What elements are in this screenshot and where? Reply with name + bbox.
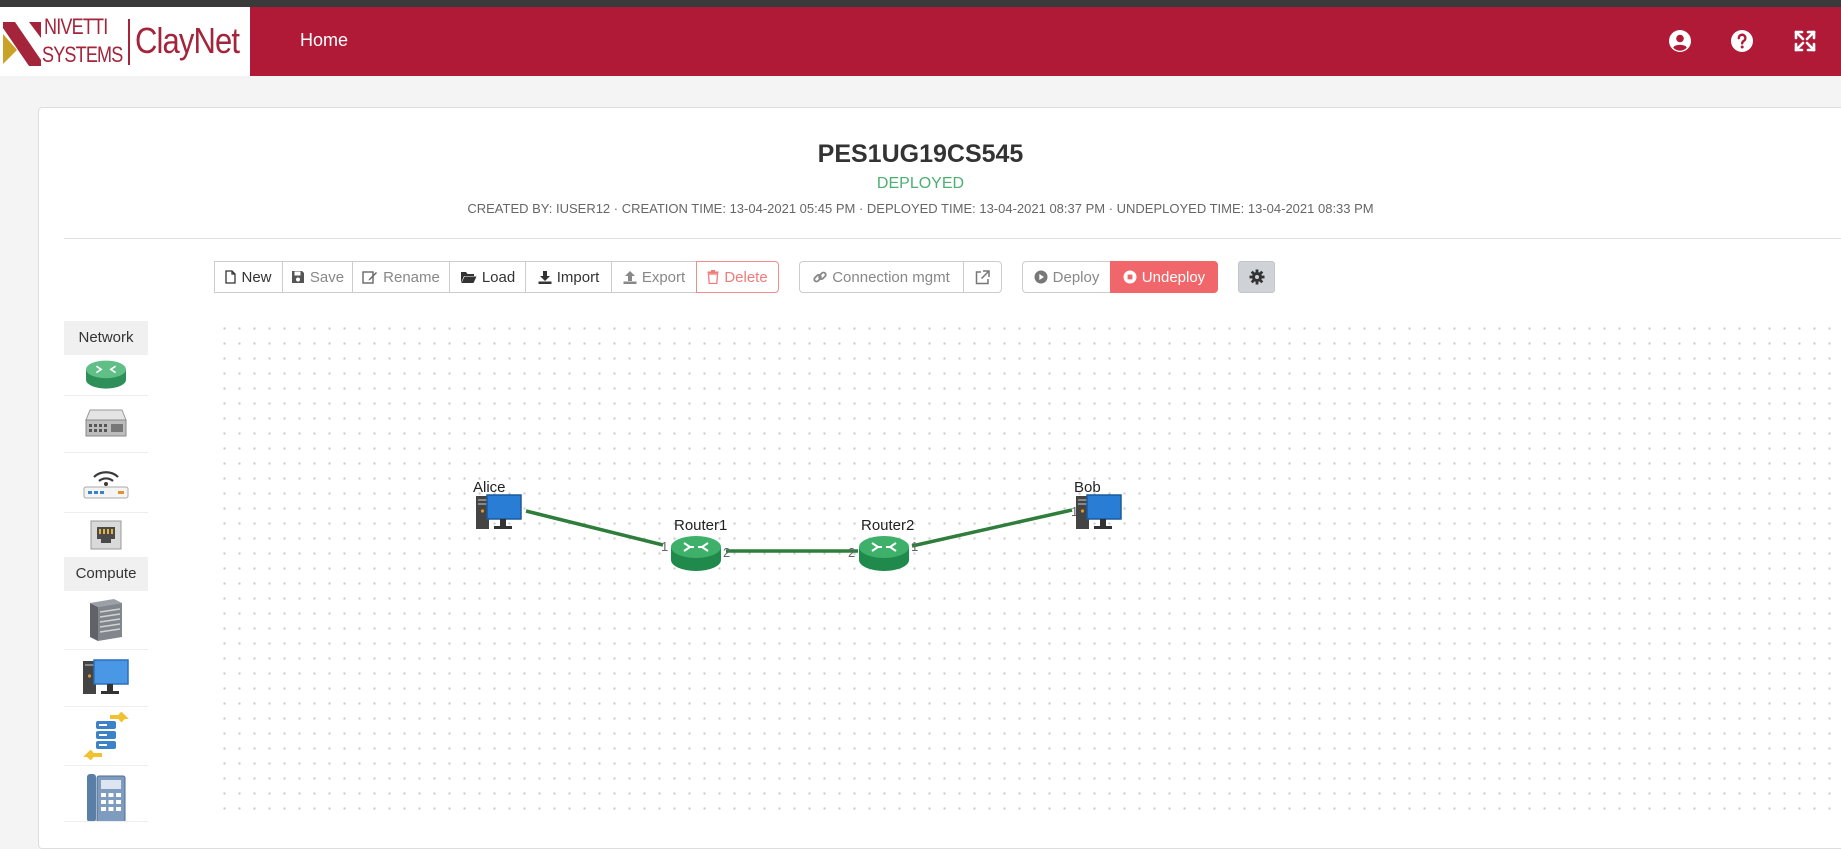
router-icon[interactable] bbox=[670, 534, 722, 574]
pc-icon[interactable] bbox=[475, 494, 523, 532]
node-label-router1: Router1 bbox=[674, 517, 728, 534]
load-balancer-icon bbox=[83, 711, 129, 761]
router-icon bbox=[86, 360, 126, 389]
node-label-router2: Router2 bbox=[861, 517, 915, 534]
switch-icon bbox=[85, 409, 127, 437]
palette-item-ethernet-port[interactable] bbox=[64, 513, 148, 558]
palette-item-ip-phone[interactable] bbox=[64, 766, 148, 822]
palette-item-load-balancer[interactable] bbox=[64, 707, 148, 766]
ip-phone-icon bbox=[87, 774, 126, 821]
ethernet-port-icon bbox=[90, 520, 122, 550]
link-alice-router1 bbox=[525, 509, 664, 547]
palette-header-compute: Compute bbox=[64, 557, 148, 591]
link-router2-bob bbox=[911, 508, 1073, 548]
palette-item-wifi-router[interactable] bbox=[64, 453, 148, 513]
server-icon bbox=[90, 599, 122, 641]
palette-item-switch[interactable] bbox=[64, 396, 148, 453]
palette-header-network: Network bbox=[64, 321, 148, 355]
topology-links bbox=[525, 508, 1073, 553]
palette-item-server[interactable] bbox=[64, 591, 148, 650]
router2-port-2: 2 bbox=[848, 545, 856, 560]
router1-port-2: 2 bbox=[723, 545, 731, 560]
palette-item-pc[interactable] bbox=[64, 650, 148, 707]
wifi-router-icon bbox=[83, 470, 129, 498]
router1-port-1: 1 bbox=[661, 539, 669, 554]
pc-icon bbox=[83, 659, 129, 694]
router-icon[interactable] bbox=[858, 534, 910, 574]
palette-item-router[interactable] bbox=[64, 355, 148, 396]
router2-port-1: 1 bbox=[911, 539, 919, 554]
pc-icon[interactable] bbox=[1075, 494, 1123, 532]
